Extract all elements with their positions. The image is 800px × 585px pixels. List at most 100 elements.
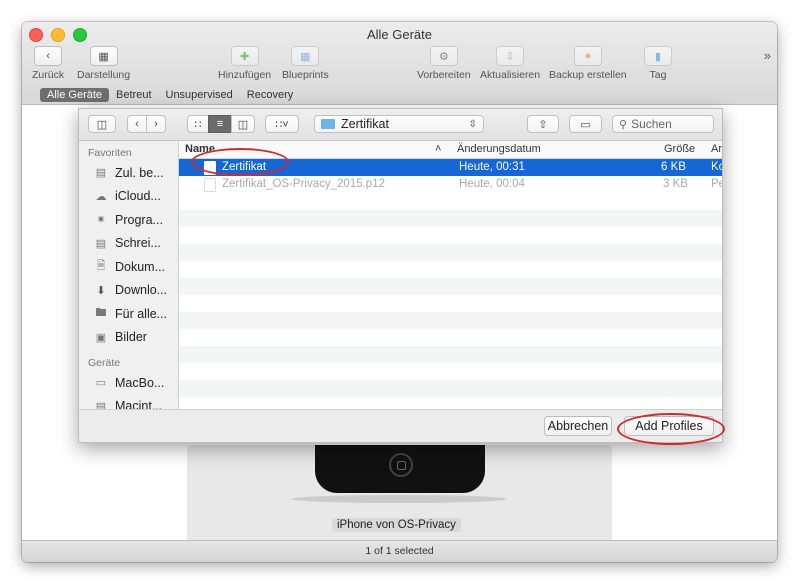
sidebar-item-recents[interactable]: ▤ Zul. be... (79, 161, 178, 185)
filter-recovery[interactable]: Recovery (240, 88, 300, 102)
search-icon: ⚲ (619, 118, 628, 131)
back-button[interactable]: ‹ Zurück (32, 46, 64, 81)
empty-row (179, 329, 722, 346)
prepare-label: Vorbereiten (417, 69, 471, 81)
device-name[interactable]: iPhone von OS-Privacy (332, 518, 461, 532)
column-name[interactable]: Name (185, 143, 215, 155)
sidebar-item-applications[interactable]: ✷ Progra... (79, 208, 178, 232)
sidebar-item-label: MacBo... (115, 375, 165, 390)
devices-heading: Geräte (88, 357, 121, 369)
sidebar-item-macintosh-hd[interactable]: ▤ Macint... (79, 395, 178, 410)
sidebar-item-desktop[interactable]: ▤ Schrei... (79, 232, 178, 256)
filter-all-devices[interactable]: Alle Geräte (40, 88, 110, 102)
status-bar: 1 of 1 selected (22, 540, 777, 562)
laptop-icon: ▭ (95, 377, 107, 390)
sidebar-item-shared[interactable]: 🖿 Für alle... (79, 302, 178, 326)
filter-unsupervised[interactable]: Unsupervised (159, 88, 240, 102)
sidebar-item-icloud[interactable]: ☁ iCloud... (79, 185, 178, 209)
sidebar-item-downloads[interactable]: ⬇ Downlo... (79, 279, 178, 303)
nav-forward-button[interactable]: › (146, 115, 166, 133)
empty-row (179, 295, 722, 312)
sidebar-item-macbook[interactable]: ▭ MacBo... (79, 371, 178, 395)
sidebar-item-label: iCloud... (115, 189, 161, 204)
column-view-icon: ◫ (237, 118, 249, 131)
tag-button[interactable]: ▭ (569, 115, 602, 133)
arrange-icon: ∷˅ (275, 118, 289, 131)
sidebar-toggle-button[interactable]: ◫ (88, 115, 116, 133)
file-name: Zertifikat_OS-Privacy_2015.p12 (222, 178, 385, 190)
file-row-selected[interactable]: Zertifikat Heute, 00:31 6 KB Ko (179, 159, 722, 176)
empty-row (179, 380, 722, 397)
backup-icon: ● (573, 46, 602, 66)
view-label: Darstellung (77, 69, 131, 81)
cancel-button[interactable]: Abbrechen (544, 416, 612, 436)
cloud-icon: ☁ (95, 190, 107, 203)
sidebar-icon: ◫ (96, 118, 108, 131)
tag-icon: ▮ (644, 46, 672, 66)
toolbar-overflow-button[interactable]: » (764, 48, 771, 63)
empty-row (179, 278, 722, 295)
add-button[interactable]: ✚ Hinzufügen (218, 46, 271, 81)
gear-icon: ⚙ (429, 46, 458, 66)
sidebar-item-pictures[interactable]: ▣ Bilder (79, 326, 178, 350)
file-list: Name ˄ Änderungsdatum Größe Ar Zertifika… (179, 141, 722, 410)
empty-row (179, 346, 722, 363)
folder-icon: 🖿 (95, 307, 107, 320)
sort-ascending-icon: ˄ (435, 143, 442, 155)
document-icon: 🗎 (96, 260, 106, 273)
column-size[interactable]: Größe (664, 143, 695, 155)
sidebar-item-label: Progra... (115, 212, 163, 227)
sheet-footer: Abbrechen Add Profiles (79, 409, 722, 442)
favorites-heading: Favoriten (88, 147, 132, 159)
filter-supervised[interactable]: Betreut (109, 88, 158, 102)
nav-back-button[interactable]: ‹ (127, 115, 147, 133)
chevron-right-icon: › (154, 118, 158, 130)
file-kind: Pe (711, 178, 722, 190)
column-view-button[interactable]: ◫ (231, 115, 255, 133)
share-icon: ⇧ (538, 118, 548, 131)
empty-row (179, 193, 722, 210)
list-view-button[interactable]: ≡ (208, 115, 232, 133)
device-filter: Alle Geräte Betreut Unsupervised Recover… (40, 88, 300, 102)
file-name: Zertifikat (222, 161, 267, 173)
add-label: Hinzufügen (218, 69, 272, 81)
device-shadow (292, 495, 507, 503)
search-input[interactable]: ⚲ Suchen (612, 115, 714, 133)
icon-view-icon: ∷ (194, 118, 202, 131)
tag-button[interactable]: ▮ Tag (644, 46, 672, 81)
icon-view-button[interactable]: ∷ (187, 115, 209, 133)
path-popup[interactable]: Zertifikat ⇳ (314, 115, 484, 133)
arrange-button[interactable]: ∷˅ (265, 115, 299, 133)
home-button-icon (389, 453, 413, 477)
view-button[interactable]: ▦ Darstellung (77, 46, 130, 81)
blueprint-icon: ▦ (291, 46, 320, 66)
camera-icon: ▣ (95, 331, 107, 344)
blueprints-button[interactable]: ▦ Blueprints (282, 46, 329, 81)
sidebar-item-label: Schrei... (115, 236, 161, 251)
file-row[interactable]: Zertifikat_OS-Privacy_2015.p12 Heute, 00… (179, 176, 722, 193)
open-file-sheet: ◫ ‹ › ∷ ≡ ◫ ∷˅ Zertifikat ⇳ ⇧ ▭ ⚲ Suchen… (78, 108, 725, 445)
update-button[interactable]: ⇩ Aktualisieren (480, 46, 540, 81)
column-date[interactable]: Änderungsdatum (457, 143, 541, 155)
share-button[interactable]: ⇧ (527, 115, 559, 133)
certificate-icon (204, 161, 216, 175)
column-kind[interactable]: Ar (711, 143, 722, 155)
backup-button[interactable]: ● Backup erstellen (549, 46, 627, 81)
back-label: Zurück (32, 69, 65, 81)
plus-icon: ✚ (230, 46, 259, 66)
empty-row (179, 312, 722, 329)
file-date: Heute, 00:04 (459, 178, 525, 190)
empty-row (179, 227, 722, 244)
prepare-button[interactable]: ⚙ Vorbereiten (417, 46, 471, 81)
blueprints-label: Blueprints (282, 69, 329, 81)
sidebar-item-label: Zul. be... (115, 165, 164, 180)
folder-icon (321, 119, 335, 129)
sidebar-item-label: Dokum... (115, 259, 166, 274)
empty-row (179, 244, 722, 261)
grid-icon: ▦ (89, 46, 118, 66)
app-window: Alle Geräte ‹ Zurück ▦ Darstellung ✚ Hin… (22, 22, 777, 562)
file-icon (204, 178, 216, 192)
sidebar-item-documents[interactable]: 🗎 Dokum... (79, 255, 178, 279)
sidebar-item-label: Bilder (115, 330, 147, 345)
add-profiles-button[interactable]: Add Profiles (624, 416, 714, 436)
